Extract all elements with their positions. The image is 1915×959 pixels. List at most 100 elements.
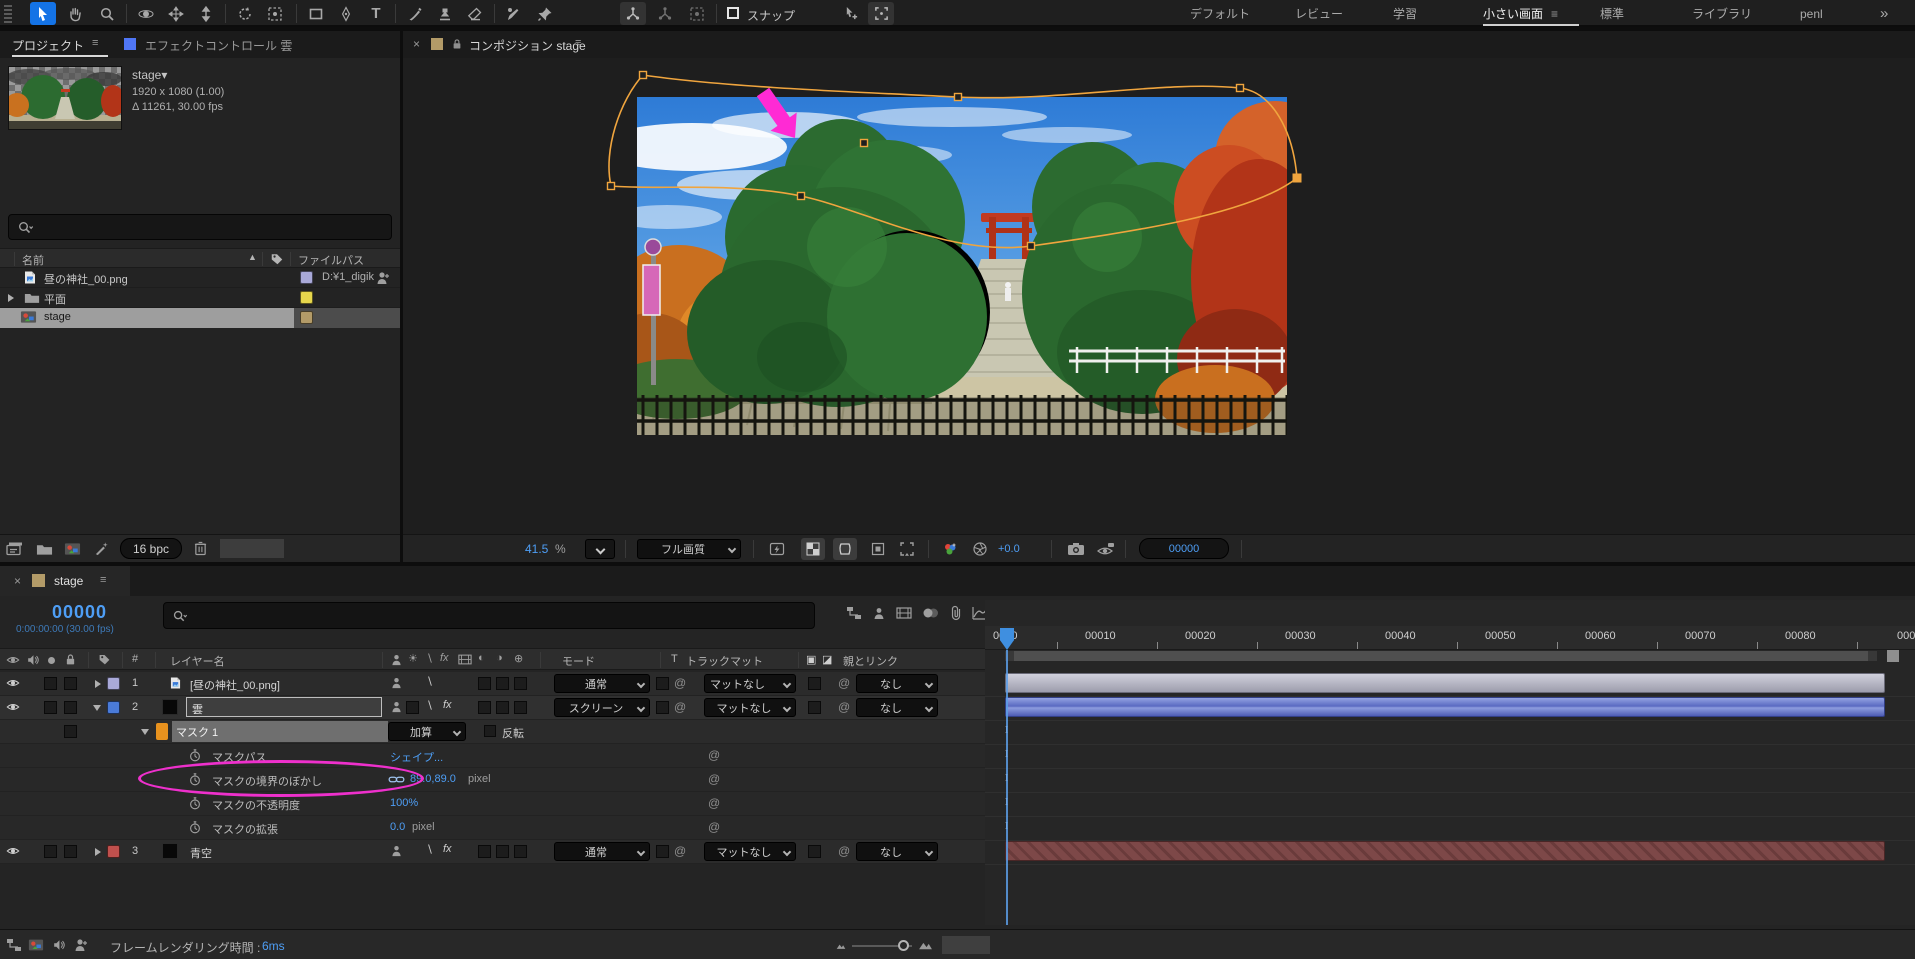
workspace-tab-default[interactable]: デフォルト: [1190, 0, 1250, 27]
solo-toggle-box[interactable]: [64, 677, 77, 690]
matte-toggle-box[interactable]: [808, 701, 821, 714]
column-parent-link[interactable]: 親とリンク: [843, 653, 898, 669]
camera-marquee-tool[interactable]: [262, 2, 288, 25]
layer-row-1[interactable]: 1 [昼の神社_00.png] ∖ 通常 @ マットなし @ なし: [0, 672, 985, 696]
type-tool[interactable]: T: [363, 2, 389, 25]
mini-flowchart-icon[interactable]: [846, 606, 862, 620]
project-row-solids-folder[interactable]: 平面: [0, 288, 400, 308]
work-area-end-handle[interactable]: [1868, 651, 1877, 661]
layer2-duration-bar[interactable]: [1005, 697, 1885, 717]
mask-opacity-row[interactable]: マスクの不透明度 100% @: [0, 792, 985, 816]
tab-timeline-stage[interactable]: stage: [54, 574, 83, 588]
timeline-tab-menu-icon[interactable]: ≡: [100, 574, 106, 586]
column-file-path[interactable]: ファイルパス: [298, 252, 364, 268]
property-value[interactable]: シェイプ...: [390, 749, 443, 765]
switch-box[interactable]: [514, 677, 527, 690]
matte-pickwhip-icon[interactable]: @: [674, 676, 686, 690]
parent-dropdown[interactable]: なし: [856, 674, 938, 693]
lock-column-icon[interactable]: [64, 653, 77, 666]
switch-box[interactable]: [478, 845, 491, 858]
mask-color-chip[interactable]: [156, 723, 168, 740]
tab-effect-controls[interactable]: エフェクトコントロール 雲: [145, 37, 292, 54]
tab-composition-stage[interactable]: コンポジション stage: [469, 37, 586, 54]
puppet-starch-pin-tool[interactable]: [652, 2, 678, 25]
layer-name[interactable]: [昼の神社_00.png]: [190, 677, 280, 693]
layer-visibility-eye-icon[interactable]: [6, 676, 20, 690]
layer-name[interactable]: 青空: [190, 845, 212, 861]
puppet-pin-tool[interactable]: [532, 2, 558, 25]
mask-invert-label[interactable]: 反転: [502, 725, 524, 741]
shy-switch-icon[interactable]: [390, 844, 403, 857]
track-matte-dropdown[interactable]: マットなし: [704, 842, 796, 861]
snapshot-camera-icon[interactable]: [1067, 542, 1085, 556]
parent-pickwhip-icon[interactable]: @: [838, 700, 850, 714]
zoom-tool[interactable]: [94, 2, 120, 25]
work-area-right-nub[interactable]: [1887, 650, 1899, 662]
project-row-stage-comp[interactable]: stage: [0, 308, 400, 328]
layer-row-3[interactable]: 3 青空 ∖ fx 通常 @ マットなし @ なし: [0, 840, 985, 864]
bit-depth-button[interactable]: 16 bpc: [120, 538, 182, 559]
toolbar-grip[interactable]: [4, 4, 12, 23]
current-frame-display[interactable]: 00000: [52, 602, 107, 623]
blend-mode-dropdown[interactable]: 通常: [554, 674, 650, 693]
item-name[interactable]: stage: [44, 311, 71, 323]
audio-toggle-box[interactable]: [44, 677, 57, 690]
timeline-search-box[interactable]: [163, 602, 815, 629]
hand-tool[interactable]: [62, 2, 88, 25]
layer-twirl-icon[interactable]: [93, 705, 101, 711]
composition-mini-icon[interactable]: [28, 938, 44, 952]
brush-tool[interactable]: [402, 2, 428, 25]
sort-ascending-icon[interactable]: ▲: [248, 252, 257, 262]
quality-switch-icon[interactable]: ∖: [426, 675, 433, 688]
switch-box[interactable]: [478, 677, 491, 690]
zoom-percent-value[interactable]: 41.5: [525, 542, 548, 556]
viewer-frame-field[interactable]: 00000: [1139, 538, 1229, 559]
layer1-duration-bar[interactable]: [1005, 673, 1885, 693]
timeline-tab-close-icon[interactable]: ×: [14, 574, 21, 588]
layer-row-2[interactable]: 2 雲 ∖ fx スクリーン @ マットなし @ なし: [0, 696, 985, 720]
column-mode[interactable]: モード: [562, 653, 595, 669]
workspace-tab-penl[interactable]: penl: [1800, 0, 1823, 27]
label-color-chip[interactable]: [300, 311, 313, 324]
label-column-tag-icon[interactable]: [270, 252, 284, 266]
timeline-zoom-slider-handle[interactable]: [898, 940, 909, 951]
layer-visibility-eye-icon[interactable]: [6, 700, 20, 714]
workspace-tab-standard[interactable]: 標準: [1600, 0, 1624, 27]
blend-mode-dropdown[interactable]: 通常: [554, 842, 650, 861]
channel-rgb-icon[interactable]: [943, 542, 957, 556]
matte-pickwhip-icon[interactable]: @: [674, 700, 686, 714]
property-pickwhip-icon[interactable]: @: [708, 796, 720, 810]
stopwatch-icon[interactable]: [188, 748, 202, 763]
track-matte-dropdown[interactable]: マットなし: [704, 674, 796, 693]
layer-visibility-eye-icon[interactable]: [6, 844, 20, 858]
preserve-transparency-box[interactable]: [656, 701, 669, 714]
column-t[interactable]: T: [671, 653, 678, 665]
fx-switch-icon[interactable]: fx: [443, 699, 452, 711]
focus-marquee-tool[interactable]: [868, 2, 894, 25]
solo-toggle-box[interactable]: [64, 845, 77, 858]
composition-tab-close-icon[interactable]: ×: [413, 37, 420, 51]
fx-switch-icon[interactable]: fx: [443, 843, 452, 855]
property-pickwhip-icon[interactable]: @: [708, 772, 720, 786]
audio-toggle-box[interactable]: [44, 845, 57, 858]
item-name[interactable]: 平面: [44, 291, 66, 307]
audio-toggle-box[interactable]: [44, 701, 57, 714]
clone-stamp-tool[interactable]: [432, 2, 458, 25]
shy-toggle-icon[interactable]: [872, 606, 886, 620]
eraser-tool[interactable]: [462, 2, 488, 25]
show-snapshot-icon[interactable]: [1097, 542, 1115, 556]
work-area-bar[interactable]: [1005, 651, 1877, 661]
layer-label-chip[interactable]: [107, 845, 120, 858]
column-layer-name[interactable]: レイヤー名: [170, 653, 225, 669]
switch-box[interactable]: [514, 701, 527, 714]
pan-camera-tool[interactable]: [163, 2, 189, 25]
mask-mode-dropdown[interactable]: 加算: [388, 722, 466, 741]
exposure-value[interactable]: +0.0: [998, 543, 1020, 555]
adjust-icon[interactable]: [94, 541, 109, 556]
preserve-transparency-box[interactable]: [656, 677, 669, 690]
switch-box[interactable]: [496, 677, 509, 690]
snap-checkbox[interactable]: [726, 6, 740, 20]
audio-meter-icon[interactable]: [52, 938, 66, 952]
new-composition-icon[interactable]: [64, 542, 81, 556]
pen-tool[interactable]: [333, 2, 359, 25]
